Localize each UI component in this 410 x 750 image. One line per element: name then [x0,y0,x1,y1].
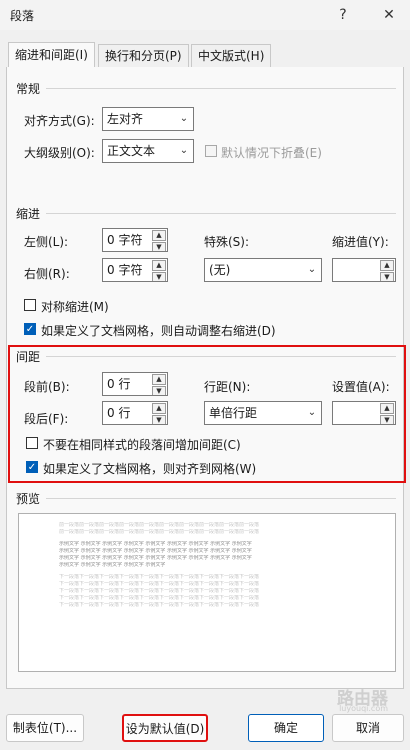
no-space-same-style-label: 不要在相同样式的段落间增加间距(C) [43,438,241,452]
collapse-label: 默认情况下折叠(E) [221,146,322,160]
up-arrow-icon[interactable]: ▲ [152,403,166,414]
preview-sample-line: 示例文字 示例文字 示例文字 示例文字 示例文字 示例文字 示例文字 示例文字 … [59,548,252,554]
set-default-button[interactable]: 设为默认值(D) [122,714,208,742]
close-button[interactable]: ✕ [378,4,400,26]
spacing-at-spinner[interactable]: ▲ ▼ [380,403,394,424]
indent-left-spinner[interactable]: ▲ ▼ [152,230,166,251]
checkmark-icon: ✓ [25,324,35,335]
spacing-after-spinner[interactable]: ▲ ▼ [152,403,166,424]
preview-previous-line: 前一段落前一段落前一段落前一段落前一段落前一段落前一段落前一段落前一段落前一段落 [59,522,260,528]
indent-by-input[interactable]: ▲ ▼ [332,258,396,282]
indent-heading: 缩进 [16,207,41,221]
cancel-button[interactable]: 取消 [332,714,404,742]
indent-separator [46,213,396,214]
indent-right-label: 右侧(R): [24,267,70,281]
snap-to-grid-checkbox[interactable]: ✓ [26,461,38,473]
preview-next-line: 下一段落下一段落下一段落下一段落下一段落下一段落下一段落下一段落下一段落下一段落 [59,602,260,608]
down-arrow-icon[interactable]: ▼ [380,415,394,424]
tab-asian-typography[interactable]: 中文版式(H) [191,44,272,67]
line-spacing-label: 行距(N): [204,380,251,394]
up-arrow-icon[interactable]: ▲ [152,260,166,271]
chevron-down-icon: ⌄ [302,259,321,281]
outline-level-select[interactable]: 正文文本 ⌄ [102,139,194,163]
collapse-checkbox[interactable] [205,145,217,157]
preview-separator [46,498,396,499]
alignment-select[interactable]: 左对齐 ⌄ [102,107,194,131]
preview-sample-line: 示例文字 示例文字 示例文字 示例文字 示例文字 [59,562,166,568]
preview-previous-line: 前一段落前一段落前一段落前一段落前一段落前一段落前一段落前一段落前一段落前一段落 [59,529,260,535]
spacing-after-input[interactable]: 0 行 ▲ ▼ [102,401,168,425]
dialog-title: 段落 [10,9,35,23]
spacing-before-value: 0 行 [107,377,131,391]
auto-adjust-right-indent-label: 如果定义了文档网格，则自动调整右缩进(D) [41,324,276,338]
indent-by-label: 缩进值(Y): [332,235,389,249]
spacing-before-input[interactable]: 0 行 ▲ ▼ [102,372,168,396]
outline-level-value: 正文文本 [107,144,156,158]
snap-to-grid-label: 如果定义了文档网格，则对齐到网格(W) [43,462,257,476]
mirror-indents-label: 对称缩进(M) [41,300,109,314]
preview-heading: 预览 [16,492,41,506]
alignment-label: 对齐方式(G): [24,114,95,128]
ok-button[interactable]: 确定 [248,714,324,742]
mirror-indents-checkbox[interactable] [24,299,36,311]
tabs-button[interactable]: 制表位(T)... [6,714,84,742]
general-heading: 常规 [16,82,41,96]
chevron-down-icon: ⌄ [302,402,321,424]
down-arrow-icon[interactable]: ▼ [152,415,166,424]
tab-indent-spacing[interactable]: 缩进和间距(I) [8,42,95,67]
down-arrow-icon[interactable]: ▼ [152,386,166,395]
preview-sample-line: 示例文字 示例文字 示例文字 示例文字 示例文字 示例文字 示例文字 示例文字 … [59,541,252,547]
line-spacing-value: 单倍行距 [209,406,258,420]
spacing-at-label: 设置值(A): [332,380,390,394]
watermark-url: luyouqi.com [339,704,388,713]
up-arrow-icon[interactable]: ▲ [380,403,394,414]
alignment-value: 左对齐 [107,112,144,126]
tab-line-page-breaks[interactable]: 换行和分页(P) [98,44,189,67]
spacing-after-value: 0 行 [107,406,131,420]
help-button[interactable]: ? [332,4,354,26]
down-arrow-icon[interactable]: ▼ [152,242,166,251]
spacing-separator [46,356,396,357]
auto-adjust-right-indent-checkbox[interactable]: ✓ [24,323,36,335]
preview-sample-line: 示例文字 示例文字 示例文字 示例文字 示例文字 示例文字 示例文字 示例文字 … [59,555,252,561]
line-spacing-select[interactable]: 单倍行距 ⌄ [204,401,322,425]
preview-next-line: 下一段落下一段落下一段落下一段落下一段落下一段落下一段落下一段落下一段落下一段落 [59,574,260,580]
indent-by-spinner[interactable]: ▲ ▼ [380,260,394,281]
indent-left-label: 左侧(L): [24,235,69,249]
spacing-before-label: 段前(B): [24,380,70,394]
special-indent-label: 特殊(S): [204,235,250,249]
general-separator [46,88,396,89]
indent-left-value: 0 字符 [107,233,143,247]
chevron-down-icon: ⌄ [174,140,193,162]
special-indent-value: (无) [209,263,231,277]
indent-right-spinner[interactable]: ▲ ▼ [152,260,166,281]
preview-next-line: 下一段落下一段落下一段落下一段落下一段落下一段落下一段落下一段落下一段落下一段落 [59,588,260,594]
preview-next-line: 下一段落下一段落下一段落下一段落下一段落下一段落下一段落下一段落下一段落下一段落 [59,595,260,601]
up-arrow-icon[interactable]: ▲ [152,374,166,385]
chevron-down-icon: ⌄ [174,108,193,130]
spacing-after-label: 段后(F): [24,412,69,426]
spacing-heading: 间距 [16,350,41,364]
spacing-at-input[interactable]: ▲ ▼ [332,401,396,425]
preview-next-line: 下一段落下一段落下一段落下一段落下一段落下一段落下一段落下一段落下一段落下一段落 [59,581,260,587]
indent-right-input[interactable]: 0 字符 ▲ ▼ [102,258,168,282]
indent-left-input[interactable]: 0 字符 ▲ ▼ [102,228,168,252]
down-arrow-icon[interactable]: ▼ [152,272,166,281]
preview-box: 前一段落前一段落前一段落前一段落前一段落前一段落前一段落前一段落前一段落前一段落… [18,513,396,672]
outline-level-label: 大纲级别(O): [24,146,95,160]
no-space-same-style-checkbox[interactable] [26,437,38,449]
indent-right-value: 0 字符 [107,263,143,277]
special-indent-select[interactable]: (无) ⌄ [204,258,322,282]
down-arrow-icon[interactable]: ▼ [380,272,394,281]
up-arrow-icon[interactable]: ▲ [152,230,166,241]
up-arrow-icon[interactable]: ▲ [380,260,394,271]
checkmark-icon: ✓ [27,462,37,473]
spacing-before-spinner[interactable]: ▲ ▼ [152,374,166,395]
